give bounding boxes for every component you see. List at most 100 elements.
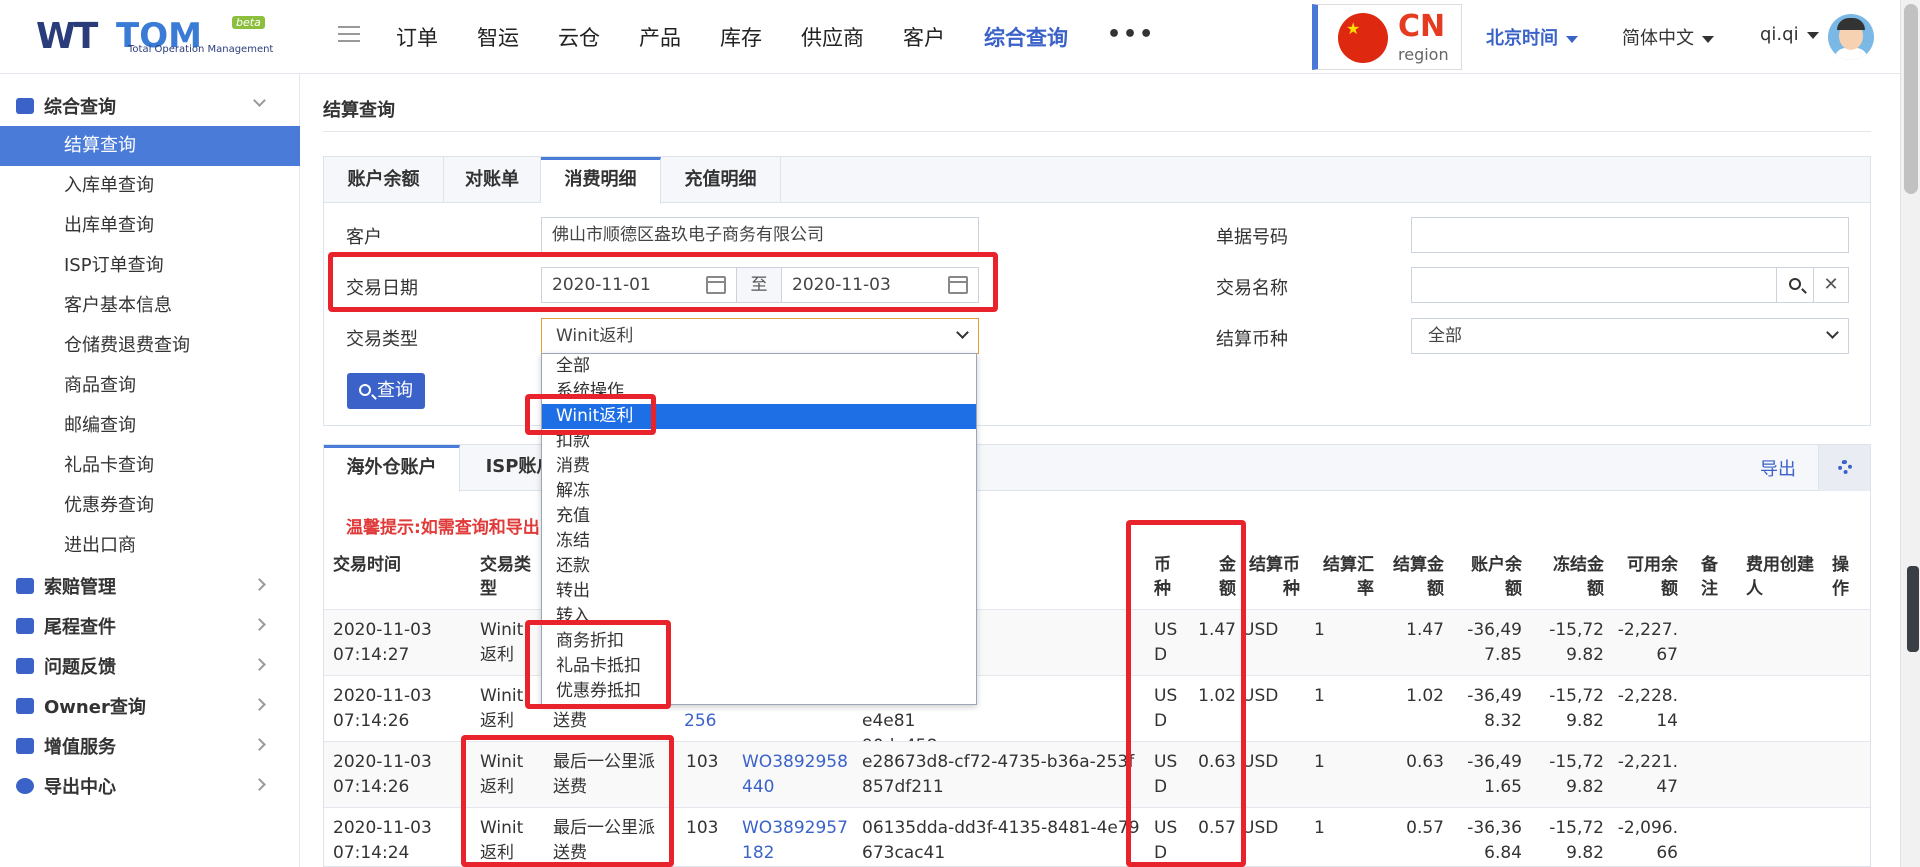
option-transfer-in[interactable]: 转入 (542, 604, 976, 629)
cell-transaction-id: e28673d8-cf72-4735-b36a-253f857df211 (862, 752, 1135, 797)
sidebar-item-importer-exporter[interactable]: 进出口商 (0, 526, 300, 566)
option-gift-card-deduction[interactable]: 礼品卡抵扣 (542, 654, 976, 679)
option-all[interactable]: 全部 (542, 354, 976, 379)
clear-button[interactable]: ✕ (1813, 267, 1849, 303)
cell-available-balance: -2,227.67 (1617, 620, 1678, 665)
sidebar-group-owner-query[interactable]: Owner查询 (0, 686, 300, 726)
tab-overseas-warehouse-account[interactable]: 海外仓账户 (324, 445, 460, 492)
option-freeze[interactable]: 冻结 (542, 529, 976, 554)
sidebar-item-coupon-query[interactable]: 优惠券查询 (0, 486, 300, 526)
warm-tip: 温馨提示:如需查询和导出 (346, 518, 540, 538)
nav-item-orders[interactable]: 订单 (396, 20, 438, 54)
sidebar-item-postcode-query[interactable]: 邮编查询 (0, 406, 300, 446)
doc-number-input[interactable] (1411, 217, 1849, 253)
currency-select[interactable]: 全部 (1411, 318, 1849, 354)
option-repayment[interactable]: 还款 (542, 554, 976, 579)
side-widget[interactable] (1907, 566, 1919, 652)
cell-frozen-amount: -15,729.82 (1549, 686, 1604, 731)
language-dropdown[interactable]: 简体中文 (1622, 24, 1714, 50)
option-deduction[interactable]: 扣款 (542, 429, 976, 454)
sidebar-group-claims[interactable]: 索赔管理 (0, 566, 300, 606)
option-winit-rebate[interactable]: Winit返利 (542, 404, 976, 429)
col-header-settle-amount: 结算金额 (1393, 555, 1444, 599)
cell-settle-rate: 1 (1314, 752, 1325, 772)
nav-item-comprehensive-query[interactable]: 综合查询 (984, 20, 1068, 54)
beijing-time-dropdown[interactable]: 北京时间 (1486, 24, 1578, 50)
nav-item-customers[interactable]: 客户 (903, 20, 945, 54)
export-link[interactable]: 导出 (1760, 455, 1796, 481)
nav-item-cloud-warehouse[interactable]: 云仓 (558, 20, 600, 54)
option-transfer-out[interactable]: 转出 (542, 579, 976, 604)
option-unfreeze[interactable]: 解冻 (542, 479, 976, 504)
col-header-available-balance: 可用余额 (1627, 555, 1678, 599)
download-icon (16, 778, 34, 794)
scrollbar-thumb[interactable] (1904, 4, 1918, 194)
avatar[interactable] (1828, 14, 1874, 60)
sidebar-group-last-mile-tracking[interactable]: 尾程查件 (0, 606, 300, 646)
tab-account-balance[interactable]: 账户余额 (324, 157, 444, 203)
doc-settings-icon (16, 698, 34, 714)
sidebar-group-comprehensive-query[interactable]: 综合查询 (0, 86, 300, 126)
calendar-icon[interactable] (706, 276, 726, 294)
tab-recharge-detail[interactable]: 充值明细 (661, 157, 781, 203)
cell-doc-number[interactable]: WO3892957182 (742, 816, 852, 866)
cell-available-balance: -2,221.47 (1617, 752, 1678, 797)
sidebar-item-storage-refund[interactable]: 仓储费退费查询 (0, 326, 300, 366)
caret-down-icon (1806, 31, 1819, 39)
settings-button[interactable] (1818, 445, 1870, 491)
sidebar-item-outbound-query[interactable]: 出库单查询 (0, 206, 300, 246)
cell-type: Winit返利 (480, 686, 524, 731)
transaction-name-label: 交易名称 (1216, 278, 1288, 299)
menu-toggle-icon[interactable] (338, 26, 360, 44)
calendar-icon[interactable] (948, 276, 968, 294)
sidebar-group-label: 索赔管理 (44, 577, 116, 598)
option-recharge[interactable]: 充值 (542, 504, 976, 529)
top-bar: WT TOM beta Total Operation Management 订… (0, 0, 1900, 74)
sidebar-item-settlement-query[interactable]: 结算查询 (0, 126, 300, 166)
logo-subtitle: Total Operation Management (128, 44, 274, 55)
logo[interactable]: WT TOM beta Total Operation Management (36, 14, 273, 60)
chevron-down-icon (253, 94, 266, 107)
china-flag-icon: ★ (1338, 13, 1388, 63)
sidebar-item-gift-card-query[interactable]: 礼品卡查询 (0, 446, 300, 486)
nav-item-smart-transport[interactable]: 智运 (477, 20, 519, 54)
vertical-scrollbar[interactable] (1900, 0, 1920, 867)
query-button[interactable]: 查询 (347, 373, 425, 409)
option-business-discount[interactable]: 商务折扣 (542, 629, 976, 654)
cell-currency: USD (1154, 818, 1178, 863)
nav-item-inventory[interactable]: 库存 (720, 20, 762, 54)
search-button[interactable] (1776, 267, 1814, 303)
transaction-type-dropdown[interactable]: 全部 系统操作 Winit返利 扣款 消费 解冻 充值 冻结 还款 转出 转入 … (541, 353, 977, 705)
sidebar-group-feedback[interactable]: 问题反馈 (0, 646, 300, 686)
search-icon (359, 384, 371, 396)
tab-consumption-detail[interactable]: 消费明细 (541, 157, 661, 204)
option-consumption[interactable]: 消费 (542, 454, 976, 479)
sidebar-group-export-center[interactable]: 导出中心 (0, 766, 300, 806)
customer-input[interactable]: 佛山市顺德区盎玖电子商务有限公司 (541, 217, 979, 253)
sidebar-item-isp-order-query[interactable]: ISP订单查询 (0, 246, 300, 286)
sidebar-item-customer-info[interactable]: 客户基本信息 (0, 286, 300, 326)
cell-doc-number[interactable]: WO3892958440 (742, 750, 852, 800)
nav-item-suppliers[interactable]: 供应商 (801, 20, 864, 54)
sidebar-item-inbound-query[interactable]: 入库单查询 (0, 166, 300, 206)
cell-doc-number[interactable]: 256 (684, 709, 744, 734)
close-icon: ✕ (1823, 274, 1839, 295)
card-icon (16, 578, 34, 594)
gear-icon (1838, 460, 1852, 474)
sidebar-group-value-added[interactable]: 增值服务 (0, 726, 300, 766)
doc-settings-icon (16, 98, 34, 114)
option-coupon-deduction[interactable]: 优惠券抵扣 (542, 679, 976, 704)
sidebar-item-product-query[interactable]: 商品查询 (0, 366, 300, 406)
col-header-settle-currency: 结算币种 (1249, 555, 1300, 599)
type-select[interactable]: Winit返利 (541, 318, 979, 354)
cell-frozen-amount: -15,729.82 (1549, 620, 1604, 665)
region-switch[interactable]: ★ CN region (1312, 4, 1462, 70)
more-icon[interactable]: ••• (1107, 20, 1155, 54)
nav-item-products[interactable]: 产品 (639, 20, 681, 54)
option-system-operation[interactable]: 系统操作 (542, 379, 976, 404)
tab-statement[interactable]: 对账单 (444, 157, 541, 203)
cell-settle-amount: 1.47 (1406, 620, 1444, 640)
cell-time: 2020-11-03 07:14:26 (333, 752, 432, 797)
user-dropdown[interactable]: qi.qi (1760, 24, 1819, 45)
transaction-name-input[interactable] (1411, 267, 1777, 303)
